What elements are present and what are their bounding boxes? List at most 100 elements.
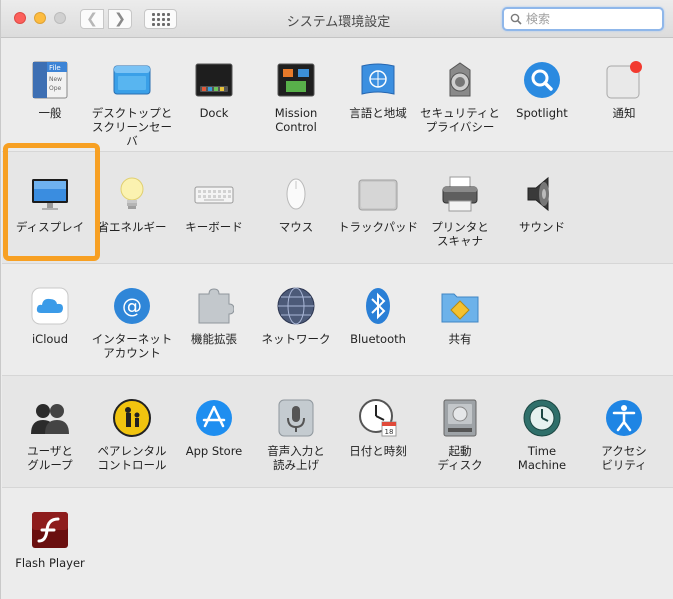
pane-flash-player[interactable]: Flash Player [9,488,91,588]
pane-date-time[interactable]: 18 日付と時刻 [337,376,419,476]
dock-icon [195,63,233,97]
users-groups-icon [31,404,69,434]
network-icon [277,287,315,325]
pane-label: トラックパッド [338,220,418,234]
pane-accessibility[interactable]: アクセシ ビリティ [583,376,665,476]
internet-accounts-icon: @ [114,288,150,324]
sound-icon [527,176,549,212]
pane-label: セキュリティと プライバシー [420,106,500,134]
keyboard-icon [194,186,234,204]
pane-mission-control[interactable]: Mission Control [255,38,337,138]
forward-button[interactable]: ❯ [108,9,132,29]
pane-desktop-screensaver[interactable]: デスクトップと スクリーンセーバ [91,38,173,148]
pane-time-machine[interactable]: Time Machine [501,376,583,476]
pane-sharing[interactable]: 共有 [419,264,501,364]
pane-label: ペアレンタル コントロール [97,444,167,472]
pane-label: 機能拡張 [191,332,237,346]
zoom-button[interactable] [54,12,66,24]
pane-label: 一般 [38,106,62,120]
pane-label: 省エネルギー [97,220,167,234]
pane-label: ディスプレイ [15,220,85,234]
svg-text:@: @ [122,294,142,318]
pane-spotlight[interactable]: Spotlight [501,38,583,138]
pane-language-region[interactable]: 言語と地域 [337,38,419,138]
language-region-icon [361,63,395,95]
pane-label: ユーザと グループ [27,444,73,472]
flash-player-icon [32,512,68,548]
pane-label: iCloud [31,332,69,346]
pane-label: 言語と地域 [349,106,407,120]
close-button[interactable] [14,12,26,24]
pane-label: プリンタと スキャナ [431,220,489,248]
svg-text:18: 18 [385,428,394,436]
bluetooth-icon [366,288,390,324]
show-all-button[interactable] [144,9,177,29]
time-machine-icon [523,399,561,437]
pane-label: キーボード [185,220,243,234]
search-input[interactable] [526,10,656,28]
pane-label: マウス [278,220,314,234]
pane-dock[interactable]: Dock [173,38,255,138]
pane-printers-scanners[interactable]: プリンタと スキャナ [419,152,501,252]
desktop-screensaver-icon [113,65,151,95]
pane-bluetooth[interactable]: Bluetooth [337,264,419,364]
internet-section: iCloud @ インターネット アカウント 機能拡張 ネットワーク Bluet… [2,264,673,376]
pane-label: 通知 [612,106,636,120]
pane-label: ネットワーク [261,332,331,346]
pane-label: App Store [185,444,243,458]
mouse-icon [286,178,306,210]
svg-text:New: New [49,76,62,83]
accessibility-icon [606,400,642,436]
app-store-icon [196,400,232,436]
pane-label: デスクトップと スクリーンセーバ [91,106,173,148]
pane-displays[interactable]: ディスプレイ [9,152,91,252]
other-section: Flash Player [2,488,673,599]
pane-notifications[interactable]: 通知 [583,38,665,138]
search-field[interactable] [502,7,664,31]
svg-text:File: File [49,64,61,72]
pane-trackpad[interactable]: トラックパッド [337,152,419,252]
pane-users-groups[interactable]: ユーザと グループ [9,376,91,476]
pane-mouse[interactable]: マウス [255,152,337,252]
pane-label: 起動 ディスク [437,444,483,472]
pane-label: Mission Control [274,106,318,134]
pane-label: Flash Player [15,556,85,570]
pane-label: Dock [199,106,229,120]
printer-icon [442,176,478,212]
chevron-right-icon: ❯ [114,11,126,27]
back-button[interactable]: ❮ [80,9,104,29]
chevron-left-icon: ❮ [86,11,98,27]
pane-app-store[interactable]: App Store [173,376,255,476]
pane-parental-controls[interactable]: ペアレンタル コントロール [91,376,173,476]
minimize-button[interactable] [34,12,46,24]
svg-text:Ope: Ope [49,85,62,92]
pane-label: インターネット アカウント [91,332,173,360]
spotlight-icon [524,62,560,98]
pane-sound[interactable]: サウンド [501,152,583,252]
pane-network[interactable]: ネットワーク [255,264,337,364]
pane-label: Bluetooth [350,332,406,346]
extensions-icon [198,288,234,324]
pane-internet-accounts[interactable]: @ インターネット アカウント [91,264,173,364]
icloud-icon [31,287,69,325]
pane-security-privacy[interactable]: セキュリティと プライバシー [419,38,501,138]
pane-icloud[interactable]: iCloud [9,264,91,364]
pane-energy-saver[interactable]: 省エネルギー [91,152,173,252]
pane-general[interactable]: File New Ope 一般 [9,38,91,138]
sharing-icon [441,293,479,323]
energy-saver-icon [120,177,144,209]
pane-label: Time Machine [517,444,567,472]
system-preferences-window: ❮ ❯ システム環境設定 File New [0,0,673,599]
pane-label: アクセシ ビリティ [601,444,647,472]
title-bar: ❮ ❯ システム環境設定 [1,0,673,38]
pane-extensions[interactable]: 機能拡張 [173,264,255,364]
pane-label: 日付と時刻 [349,444,407,458]
parental-controls-icon [113,399,151,437]
personal-section: File New Ope 一般 デスクトップと スクリーンセーバ Dock Mi… [2,38,673,152]
grid-icon [151,12,170,26]
pane-startup-disk[interactable]: 起動 ディスク [419,376,501,476]
trackpad-icon [358,179,398,211]
pane-keyboard[interactable]: キーボード [173,152,255,252]
pane-dictation-speech[interactable]: 音声入力と 読み上げ [255,376,337,476]
pane-label: 共有 [448,332,472,346]
